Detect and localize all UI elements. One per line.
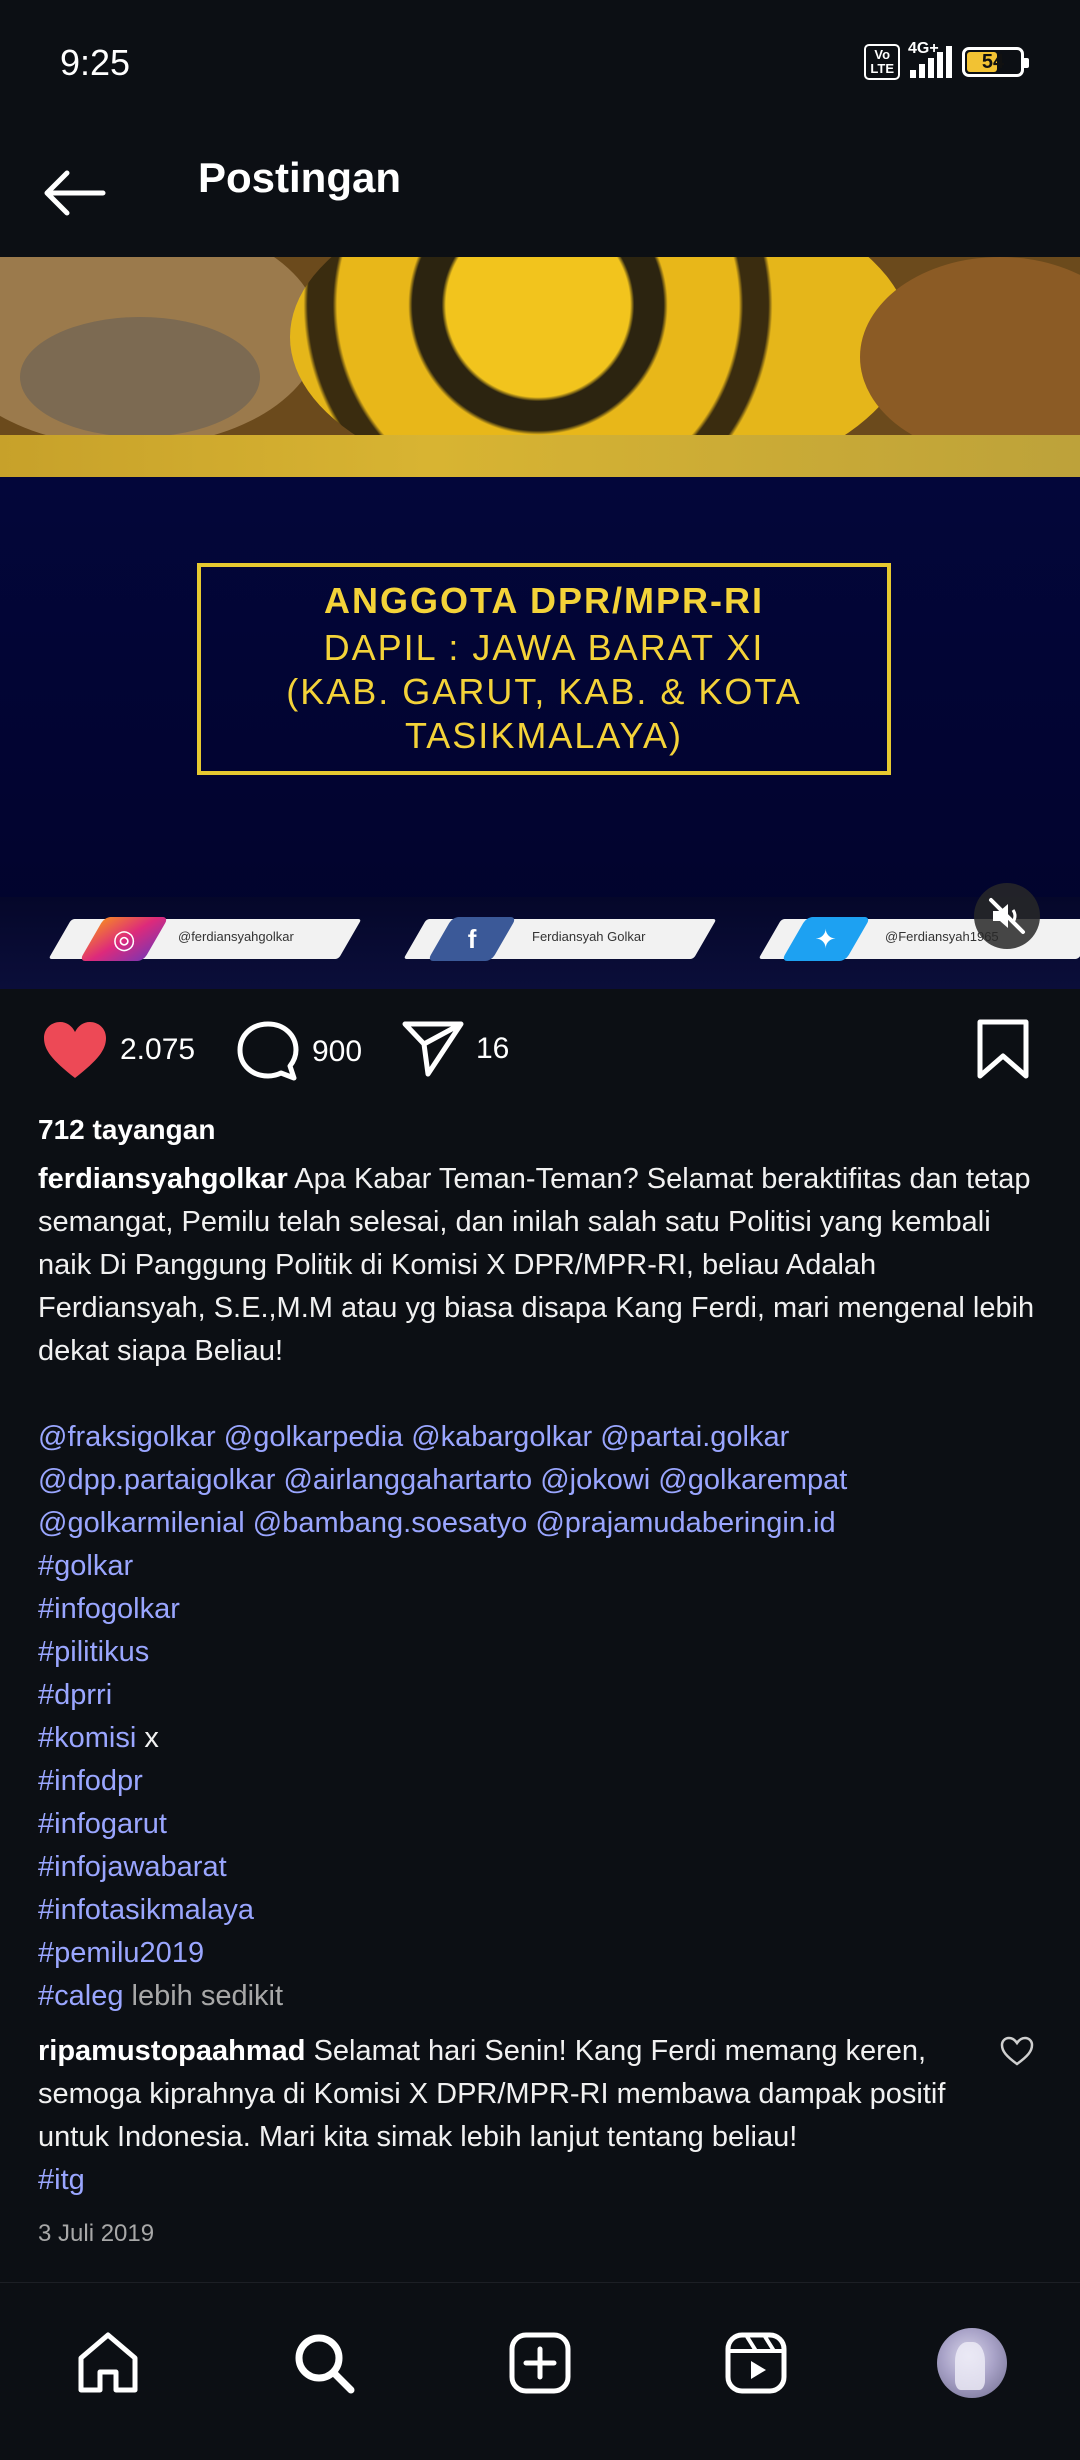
comment-username[interactable]: ripamustopaahmad xyxy=(38,2035,306,2067)
hashtag-link[interactable]: #pilitikus xyxy=(38,1631,1048,1674)
volte-icon: Vo LTE xyxy=(864,44,900,80)
bookmark-icon xyxy=(977,1019,1029,1079)
status-time: 9:25 xyxy=(60,42,131,83)
post-screen: 9:25 Vo LTE 4G+ 54 Postingan ANGGOTA DPR… xyxy=(0,0,1080,2460)
hashtag-suffix: x xyxy=(144,1722,159,1754)
signal-icon: 4G+ xyxy=(908,40,952,78)
share-count: 16 xyxy=(476,1032,510,1065)
comment-hashtag[interactable]: #itg xyxy=(38,2159,998,2202)
profile-avatar xyxy=(937,2328,1007,2398)
comment-button[interactable]: 900 xyxy=(236,1020,362,1084)
hashtag-link[interactable]: #infotasikmalaya xyxy=(38,1889,1048,1932)
video-caption-line: TASIKMALAYA) xyxy=(404,715,684,756)
caption-mentions[interactable]: @golkarmilenial @bambang.soesatyo @praja… xyxy=(38,1502,1048,1545)
top-app-bar: Postingan xyxy=(0,130,1080,255)
page-title: Postingan xyxy=(198,154,402,201)
nav-profile[interactable] xyxy=(932,2323,1012,2403)
status-icons: Vo LTE 4G+ 54 xyxy=(864,40,1029,80)
video-caption-box: ANGGOTA DPR/MPR-RI DAPIL : JAWA BARAT XI… xyxy=(197,563,891,775)
hashtag-link[interactable]: #infojawabarat xyxy=(38,1846,1048,1889)
save-button[interactable] xyxy=(975,1018,1031,1085)
search-icon xyxy=(295,2334,355,2394)
caption-username[interactable]: ferdiansyahgolkar xyxy=(38,1163,288,1195)
post-date: 3 Juli 2019 xyxy=(38,2220,155,2247)
back-arrow-icon xyxy=(44,170,106,216)
network-type: 4G+ xyxy=(908,40,939,57)
nav-reels[interactable] xyxy=(716,2323,796,2403)
back-button[interactable] xyxy=(40,158,110,228)
heart-outline-icon xyxy=(1000,2036,1034,2066)
post-video[interactable]: ANGGOTA DPR/MPR-RI DAPIL : JAWA BARAT XI… xyxy=(0,257,1080,989)
like-button[interactable]: 2.075 xyxy=(42,1020,195,1080)
share-paper-plane-icon xyxy=(402,1021,464,1077)
instagram-handle: @ferdiansyahgolkar xyxy=(178,929,294,944)
facebook-handle: Ferdiansyah Golkar xyxy=(532,929,646,944)
hashtag-link[interactable]: #infogarut xyxy=(38,1803,1048,1846)
home-icon xyxy=(78,2332,138,2393)
share-button[interactable]: 16 xyxy=(402,1020,509,1078)
heart-filled-icon xyxy=(44,1022,106,1078)
battery-icon: 54 xyxy=(962,47,1029,77)
show-less-link[interactable]: lebih sedikit xyxy=(132,1980,284,2012)
comment-count: 900 xyxy=(312,1035,363,1068)
hashtag-link[interactable]: #infodpr xyxy=(38,1760,1048,1803)
bottom-navigation xyxy=(0,2282,1080,2460)
nav-search[interactable] xyxy=(284,2323,364,2403)
video-social-strip: ◎ @ferdiansyahgolkar f Ferdiansyah Golka… xyxy=(0,897,1080,989)
mute-button[interactable] xyxy=(974,883,1040,949)
hashtag-link[interactable]: #golkar xyxy=(38,1545,1048,1588)
hashtag-link[interactable]: #caleg xyxy=(38,1980,123,2012)
post-caption: ferdiansyahgolkar Apa Kabar Teman-Teman?… xyxy=(38,1158,1048,2018)
battery-level: 54 xyxy=(981,51,1005,73)
nav-home[interactable] xyxy=(68,2323,148,2403)
comment-icon xyxy=(237,1021,299,1081)
caption-mentions[interactable]: @dpp.partaigolkar @airlanggahartarto @jo… xyxy=(38,1459,1048,1502)
comment-like-button[interactable] xyxy=(1000,2036,1034,2071)
caption-mentions[interactable]: @fraksigolkar @golkarpedia @kabargolkar … xyxy=(38,1416,1048,1459)
hashtag-link[interactable]: #infogolkar xyxy=(38,1588,1048,1631)
hashtag-link[interactable]: #komisi xyxy=(38,1722,136,1754)
video-caption-line: (KAB. GARUT, KAB. & KOTA xyxy=(286,671,802,712)
view-count: 712 tayangan xyxy=(38,1114,216,1145)
video-caption-title: ANGGOTA DPR/MPR-RI xyxy=(324,580,764,621)
create-icon xyxy=(509,2332,571,2394)
top-comment: ripamustopaahmad Selamat hari Senin! Kan… xyxy=(38,2030,998,2202)
nav-create[interactable] xyxy=(500,2323,580,2403)
like-count: 2.075 xyxy=(120,1033,196,1066)
hashtag-link[interactable]: #dprri xyxy=(38,1674,1048,1717)
status-bar: 9:25 Vo LTE 4G+ 54 xyxy=(0,0,1080,130)
hashtag-link[interactable]: #pemilu2019 xyxy=(38,1932,1048,1975)
video-caption-line: DAPIL : JAWA BARAT XI xyxy=(323,627,765,668)
reels-icon xyxy=(725,2332,787,2394)
video-frame-photo xyxy=(0,257,1080,477)
volume-off-icon xyxy=(989,898,1025,934)
post-actions: 2.075 900 16 xyxy=(0,1010,1080,1092)
